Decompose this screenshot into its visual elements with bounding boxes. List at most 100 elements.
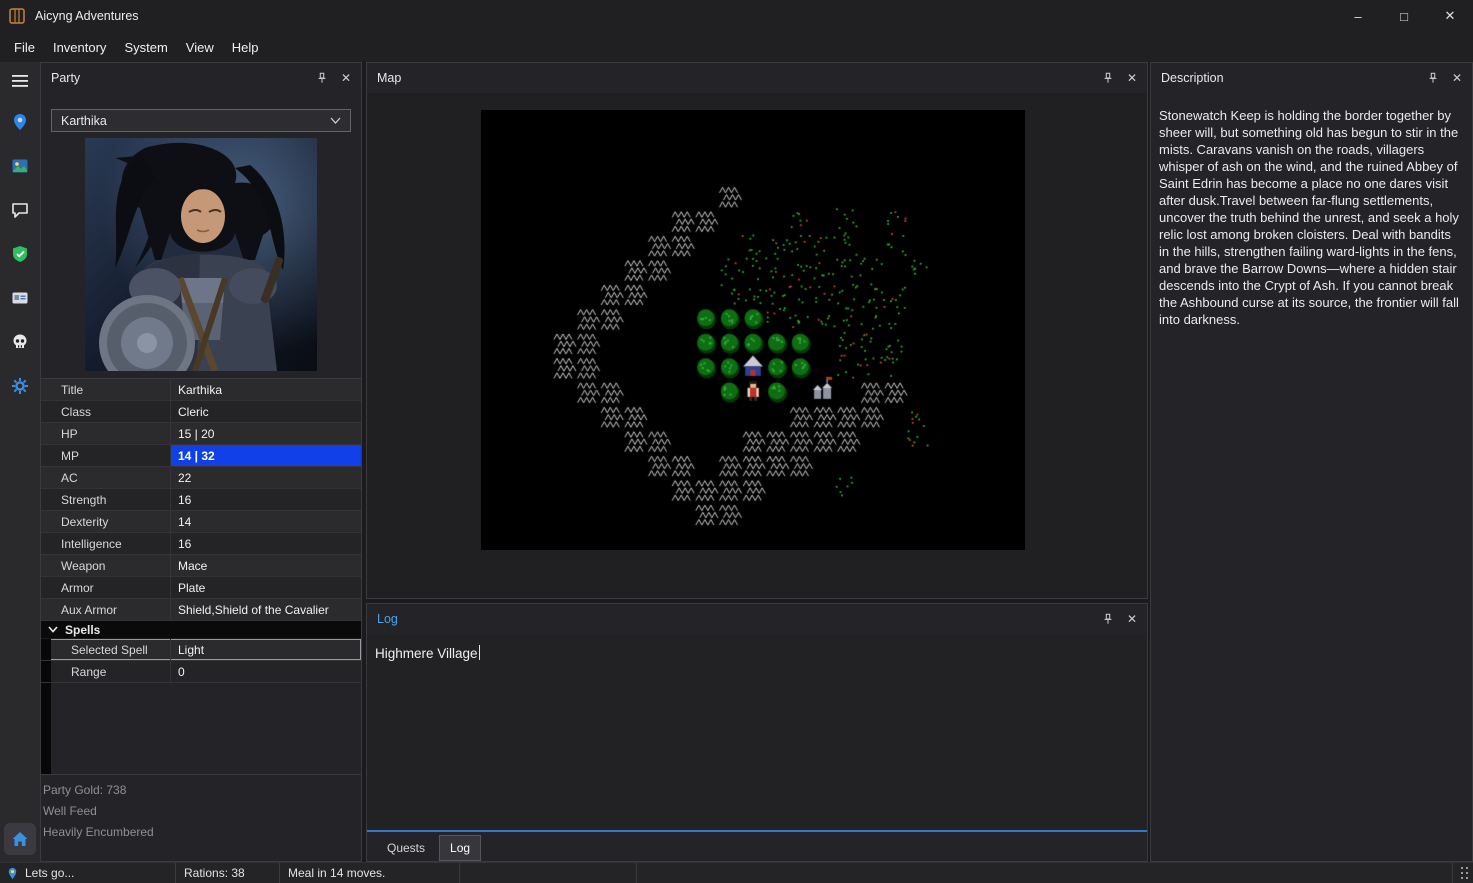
map-canvas[interactable]	[481, 110, 1025, 550]
stat-row-aux-armor[interactable]: Aux ArmorShield,Shield of the Cavalier	[41, 599, 361, 621]
gear-icon	[11, 377, 29, 395]
category-gutter	[41, 661, 51, 682]
skull-icon	[11, 333, 29, 351]
status-meal-text: Meal in 14 moves.	[288, 866, 385, 880]
close-button[interactable]: ✕	[1427, 0, 1473, 32]
stat-label: Title	[41, 379, 171, 400]
spells-category-row[interactable]: Spells	[41, 621, 361, 639]
description-panel-header[interactable]: Description ✕	[1151, 63, 1472, 93]
map-panel-header[interactable]: Map ✕	[367, 63, 1147, 93]
stat-value[interactable]: Shield,Shield of the Cavalier	[171, 599, 361, 620]
close-icon[interactable]: ✕	[1452, 72, 1462, 84]
menu-view[interactable]: View	[177, 35, 223, 60]
stat-row-class[interactable]: ClassCleric	[41, 401, 361, 423]
stat-value[interactable]: Cleric	[171, 401, 361, 422]
category-gutter	[41, 683, 51, 777]
log-entry: Highmere Village	[367, 634, 1147, 672]
stat-label: Selected Spell	[51, 639, 171, 660]
party-panel-header[interactable]: Party ✕	[41, 63, 361, 93]
stat-row-strength[interactable]: Strength16	[41, 489, 361, 511]
status-meal: Meal in 14 moves.	[280, 863, 460, 883]
stat-value[interactable]: Karthika	[171, 379, 361, 400]
character-select-value: Karthika	[61, 114, 330, 128]
tab-log[interactable]: Log	[439, 835, 481, 861]
id-card-icon	[11, 289, 29, 307]
map-pin-button[interactable]	[0, 100, 40, 144]
stat-label: Class	[41, 401, 171, 422]
stat-value[interactable]: 22	[171, 467, 361, 488]
stat-label: Armor	[41, 577, 171, 598]
title-bar: Aicyng Adventures – □ ✕	[0, 0, 1473, 32]
log-tabstrip: QuestsLog	[367, 832, 1147, 861]
spell-row-selected-spell[interactable]: Selected SpellLight	[41, 639, 361, 661]
stat-label: HP	[41, 423, 171, 444]
stats-grid-filler	[41, 683, 361, 777]
character-portrait	[85, 138, 317, 371]
stat-label: Range	[51, 661, 171, 682]
stat-value[interactable]: 14 | 32	[171, 445, 361, 466]
stat-value[interactable]: Light	[171, 639, 361, 660]
category-gutter	[41, 639, 51, 660]
location-pin-icon	[6, 867, 19, 880]
stat-value[interactable]: Plate	[171, 577, 361, 598]
stat-row-hp[interactable]: HP15 | 20	[41, 423, 361, 445]
menu-file[interactable]: File	[5, 35, 44, 60]
spell-row-range[interactable]: Range0	[41, 661, 361, 683]
stat-row-armor[interactable]: ArmorPlate	[41, 577, 361, 599]
skull-button[interactable]	[0, 320, 40, 364]
shield-button[interactable]	[0, 232, 40, 276]
home-button[interactable]	[4, 823, 36, 855]
chat-icon	[11, 201, 29, 219]
stat-row-intelligence[interactable]: Intelligence16	[41, 533, 361, 555]
stat-value[interactable]: 16	[171, 533, 361, 554]
pin-icon[interactable]	[316, 72, 328, 84]
character-select[interactable]: Karthika	[51, 109, 351, 132]
stat-row-mp[interactable]: MP14 | 32	[41, 445, 361, 467]
stat-row-ac[interactable]: AC22	[41, 467, 361, 489]
stat-label: MP	[41, 445, 171, 466]
party-panel-title: Party	[51, 71, 303, 85]
image-button[interactable]	[0, 144, 40, 188]
status-empty-section-2	[637, 863, 1453, 883]
stat-value[interactable]: 15 | 20	[171, 423, 361, 444]
stat-value[interactable]: 0	[171, 661, 361, 682]
resize-grip[interactable]	[1453, 863, 1473, 883]
close-icon[interactable]: ✕	[1127, 72, 1137, 84]
menu-help[interactable]: Help	[223, 35, 268, 60]
window-controls: – □ ✕	[1335, 0, 1473, 32]
stat-value[interactable]: Mace	[171, 555, 361, 576]
text-cursor	[479, 645, 480, 660]
minimize-button[interactable]: –	[1335, 0, 1381, 32]
chevron-down-icon	[330, 117, 341, 124]
menu-toggle-button[interactable]	[0, 62, 40, 100]
map-panel: Map ✕	[366, 62, 1148, 599]
log-panel-header[interactable]: Log ✕	[367, 604, 1147, 634]
stat-row-title[interactable]: TitleKarthika	[41, 379, 361, 401]
maximize-button[interactable]: □	[1381, 0, 1427, 32]
status-activity-text: Lets go...	[25, 866, 74, 880]
stats-grid: TitleKarthikaClassClericHP15 | 20MP14 | …	[41, 378, 361, 777]
log-view[interactable]: Highmere Village QuestsLog	[367, 634, 1147, 861]
stat-value[interactable]: 16	[171, 489, 361, 510]
stat-label: AC	[41, 467, 171, 488]
tab-quests[interactable]: Quests	[376, 835, 436, 861]
close-icon[interactable]: ✕	[1127, 613, 1137, 625]
id-card-button[interactable]	[0, 276, 40, 320]
close-icon[interactable]: ✕	[341, 72, 351, 84]
house-icon	[11, 830, 29, 848]
status-rations-text: Rations: 38	[184, 866, 245, 880]
settings-button[interactable]	[0, 364, 40, 408]
pin-icon[interactable]	[1102, 613, 1114, 625]
pin-icon[interactable]	[1427, 72, 1439, 84]
party-panel: Party ✕ Karthika	[40, 62, 362, 862]
stat-row-weapon[interactable]: WeaponMace	[41, 555, 361, 577]
description-panel: Description ✕ Stonewatch Keep is holding…	[1150, 62, 1473, 862]
menu-inventory[interactable]: Inventory	[44, 35, 115, 60]
menu-system[interactable]: System	[115, 35, 176, 60]
stat-value[interactable]: 14	[171, 511, 361, 532]
chat-button[interactable]	[0, 188, 40, 232]
pin-icon[interactable]	[1102, 72, 1114, 84]
stat-row-dexterity[interactable]: Dexterity14	[41, 511, 361, 533]
status-empty-section-1	[460, 863, 637, 883]
map-pin-icon	[11, 113, 29, 131]
